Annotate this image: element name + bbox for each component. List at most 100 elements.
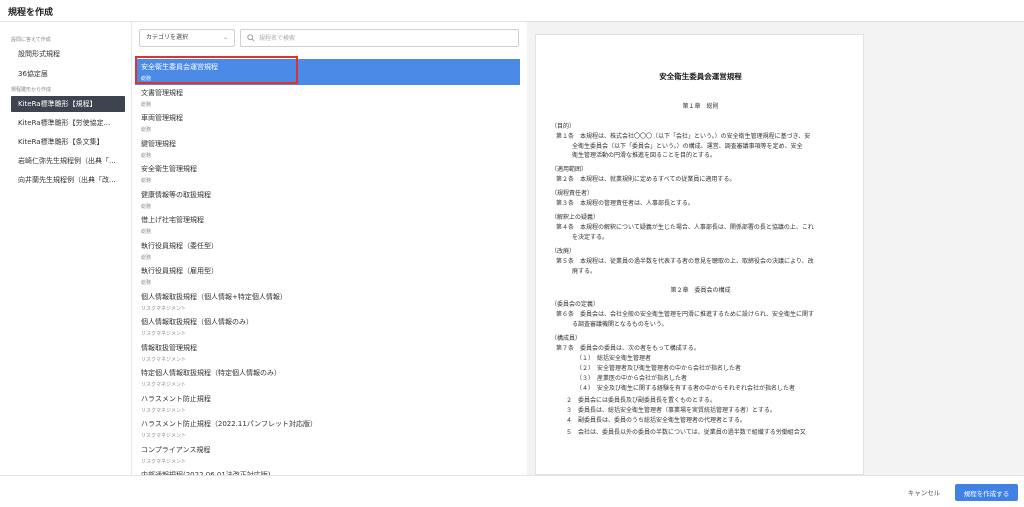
template-name: 安全衛生管理規程 bbox=[141, 165, 197, 173]
template-list-item[interactable]: 内部通報規程(2022.06.01法改正対応版) bbox=[135, 467, 520, 475]
template-list-item[interactable]: 安全衛生委員会運営規程 総務 bbox=[135, 59, 520, 85]
template-list-item[interactable]: 執行役員規程（委任型） 総務 bbox=[135, 238, 520, 264]
document-preview: 安全衛生委員会運営規程 第１章 総則 （目的） 第１条 本規程は、株式会社〇〇〇（以… bbox=[535, 34, 864, 475]
document-line: （４） 安全及び衛生に関する経験を有する者の中からそれぞれ会社が指名した者 bbox=[576, 385, 796, 392]
sidebar-item-kitera-rules[interactable]: KiteRa標準雛形【規程】 bbox=[11, 96, 125, 112]
template-name: 鍵管理規程 bbox=[141, 139, 176, 148]
template-name: 車両管理規程 bbox=[141, 114, 183, 122]
template-category: 総務 bbox=[141, 101, 152, 108]
sidebar-item-question-form[interactable]: 設問形式規程 bbox=[11, 46, 125, 62]
dialog-title: 規程を作成 bbox=[8, 8, 54, 18]
document-line: る調査審議機関となるものをいう。 bbox=[572, 321, 668, 328]
template-list-item[interactable]: 車両管理規程 総務 bbox=[135, 110, 520, 136]
create-rule-button[interactable]: 規程を作成する bbox=[955, 484, 1018, 501]
template-list-item[interactable]: 健康情報等の取扱規程 総務 bbox=[135, 187, 520, 213]
sidebar-item-36-agreement[interactable]: 36協定届 bbox=[11, 66, 125, 82]
template-category: 総務 bbox=[141, 127, 152, 133]
template-list-item[interactable]: ハラスメント防止規程（2022.11パンフレット対応版） リスクマネジメント bbox=[135, 416, 520, 442]
document-line: 第４条 本規程の解釈について疑義が生じた場合、人事部長は、関係部署の長と協議の上… bbox=[556, 224, 814, 231]
template-list-panel: カテゴリを選択 ⌄ 安全衛生委員会運営規程総務文書管理規程総務車両管理規程総務鍵… bbox=[132, 22, 527, 475]
template-list-item[interactable]: 個人情報取扱規程（個人情報のみ） リスクマネジメント bbox=[135, 314, 520, 340]
template-category: リスクマネジメント bbox=[141, 356, 187, 363]
template-list-item[interactable]: 安全衛生管理規程 総務 bbox=[135, 161, 520, 187]
template-name: ハラスメント防止規程（2022.11パンフレット対応版） bbox=[141, 420, 317, 428]
document-line: ５ 会社は、委員長以外の委員の半数については、従業員の過半数で組織する労働組合又 bbox=[566, 429, 806, 436]
template-name: 情報取扱管理規程 bbox=[141, 343, 197, 352]
document-line: （目的） bbox=[551, 123, 576, 130]
document-line: 第３条 本規程の管理責任者は、人事部長とする。 bbox=[556, 200, 694, 207]
document-line: （改廃） bbox=[551, 248, 576, 255]
dialog-footer: キャンセル 規程を作成する bbox=[0, 475, 1024, 507]
template-list-item[interactable]: 特定個人情報取扱規程（特定個人情報のみ） リスクマネジメント bbox=[135, 365, 520, 391]
document-line: 第５条 本規程は、従業員の過半数を代表する者の意見を聴取の上、取締役会の決議によ… bbox=[556, 258, 814, 265]
template-name: 執行役員規程（委任型） bbox=[141, 241, 218, 250]
template-list-item[interactable]: コンプライアンス規程 リスクマネジメント bbox=[135, 442, 520, 468]
document-line: 第１条 本規程は、株式会社〇〇〇（以下「会社」という。）の安全衛生管理規程に基づ… bbox=[556, 133, 811, 140]
template-category: 総務 bbox=[141, 229, 152, 235]
source-sidebar: 設問に答えて作成 設問形式規程 36協定届 規程雛形から作成 KiteRa標準雛… bbox=[0, 22, 132, 475]
chevron-down-icon: ⌄ bbox=[222, 34, 228, 41]
document-line: を決定する。 bbox=[572, 234, 609, 241]
template-name: ハラスメント防止規程 bbox=[141, 394, 211, 403]
document-line: （構成員） bbox=[551, 335, 582, 342]
template-name: 安全衛生委員会運営規程 bbox=[141, 63, 218, 71]
document-line: ２ 委員会には委員長及び副委員長を置くものとする。 bbox=[566, 397, 716, 404]
template-name: コンプライアンス規程 bbox=[141, 445, 211, 454]
document-line: ３ 委員長は、総括安全衛生管理者（事業場を実質統括管理する者）とする。 bbox=[566, 407, 776, 414]
template-list: 安全衛生委員会運営規程 総務 文書管理規程 総務 車両管理規程 総務 鍵管理規程 総務 安全衛生… bbox=[135, 59, 520, 475]
search-input[interactable] bbox=[259, 31, 509, 45]
document-line: 第６条 委員会は、会社全般の安全衛生管理を円滑に推進するために設けられ、安全衛生… bbox=[556, 311, 815, 318]
template-list-item[interactable]: 個人情報取扱規程（個人情報+特定個人情報） リスクマネジメント bbox=[135, 289, 520, 315]
document-line: （２） 安全管理者及び衛生管理者の中から会社が指名した者 bbox=[576, 365, 742, 372]
document-line: 衛生管理活動の円滑な推進を図ることを目的とする。 bbox=[572, 152, 716, 159]
template-category: リスクマネジメント bbox=[141, 407, 187, 414]
search-box[interactable] bbox=[240, 29, 519, 47]
document-line: 全衛生委員会（以下「委員会」という。）の構成、運営、調査審議事項等を定め、安全 bbox=[572, 143, 803, 150]
template-list-item[interactable]: 情報取扱管理規程 リスクマネジメント bbox=[135, 340, 520, 366]
template-category: リスクマネジメント bbox=[141, 382, 187, 388]
template-category: 総務 bbox=[141, 76, 152, 82]
document-title: 安全衛生委員会運営規程 bbox=[659, 72, 742, 81]
document-line: （委員会の定義） bbox=[551, 301, 600, 308]
document-line: （適用範囲） bbox=[551, 166, 588, 173]
template-name: 文書管理規程 bbox=[141, 88, 183, 97]
search-icon bbox=[247, 34, 255, 42]
document-line: 廃する。 bbox=[572, 268, 597, 275]
template-list-item[interactable]: 文書管理規程 総務 bbox=[135, 85, 520, 111]
template-name: 借上げ社宅管理規程 bbox=[141, 216, 204, 224]
sidebar-item-kitera-agreements[interactable]: KiteRa標準雛形【労使協定... bbox=[11, 115, 125, 131]
template-category: リスクマネジメント bbox=[141, 433, 187, 439]
document-line: ４ 副委員長は、委員のうち総括安全衛生管理者の代理者とする。 bbox=[566, 417, 746, 424]
category-select[interactable]: カテゴリを選択 ⌄ bbox=[139, 29, 235, 47]
category-select-value: カテゴリを選択 bbox=[146, 34, 189, 41]
dialog-header: 規程を作成 bbox=[0, 0, 1024, 22]
document-chapter-heading: 第１章 総則 bbox=[682, 103, 719, 110]
sidebar-item-mukai[interactable]: 向井蘭先生規程例（出典「改... bbox=[11, 172, 125, 188]
template-list-item[interactable]: 借上げ社宅管理規程 総務 bbox=[135, 212, 520, 238]
template-category: リスクマネジメント bbox=[141, 331, 187, 337]
document-line: （３） 産業医の中から会社が指名した者 bbox=[576, 375, 688, 382]
template-name: 特定個人情報取扱規程（特定個人情報のみ） bbox=[141, 369, 281, 377]
template-category: リスクマネジメント bbox=[141, 458, 187, 465]
sidebar-section-label: 規程雛形から作成 bbox=[11, 87, 52, 93]
sidebar-section-label: 設問に答えて作成 bbox=[11, 37, 51, 43]
template-name: 個人情報取扱規程（個人情報のみ） bbox=[141, 318, 253, 326]
document-line: 第２条 本規程は、就業規則に定めるすべての従業員に適用する。 bbox=[556, 176, 736, 183]
document-line: 第７条 委員会の委員は、次の者をもって構成する。 bbox=[556, 345, 700, 352]
template-list-item[interactable]: 執行役員規程（雇用型） 総務 bbox=[135, 263, 520, 289]
template-name: 執行役員規程（雇用型） bbox=[141, 267, 218, 275]
template-category: 総務 bbox=[141, 203, 152, 210]
document-line: （規程責任者） bbox=[551, 190, 594, 197]
template-category: 総務 bbox=[141, 152, 152, 159]
template-name: 健康情報等の取扱規程 bbox=[141, 190, 211, 199]
sidebar-item-kitera-clauses[interactable]: KiteRa標準雛形【条文集】 bbox=[11, 134, 125, 150]
template-name: 個人情報取扱規程（個人情報+特定個人情報） bbox=[141, 292, 287, 301]
template-category: 総務 bbox=[141, 280, 152, 286]
template-list-item[interactable]: ハラスメント防止規程 リスクマネジメント bbox=[135, 391, 520, 417]
sidebar-item-iwasaki[interactable]: 岩崎仁弥先生規程例（出典「... bbox=[11, 153, 125, 169]
template-category: 総務 bbox=[141, 178, 152, 184]
cancel-button[interactable]: キャンセル bbox=[900, 484, 948, 500]
template-category: 総務 bbox=[141, 254, 152, 261]
preview-panel: 安全衛生委員会運営規程 第１章 総則 （目的） 第１条 本規程は、株式会社〇〇〇（以… bbox=[527, 22, 1024, 475]
template-list-item[interactable]: 鍵管理規程 総務 bbox=[135, 136, 520, 162]
